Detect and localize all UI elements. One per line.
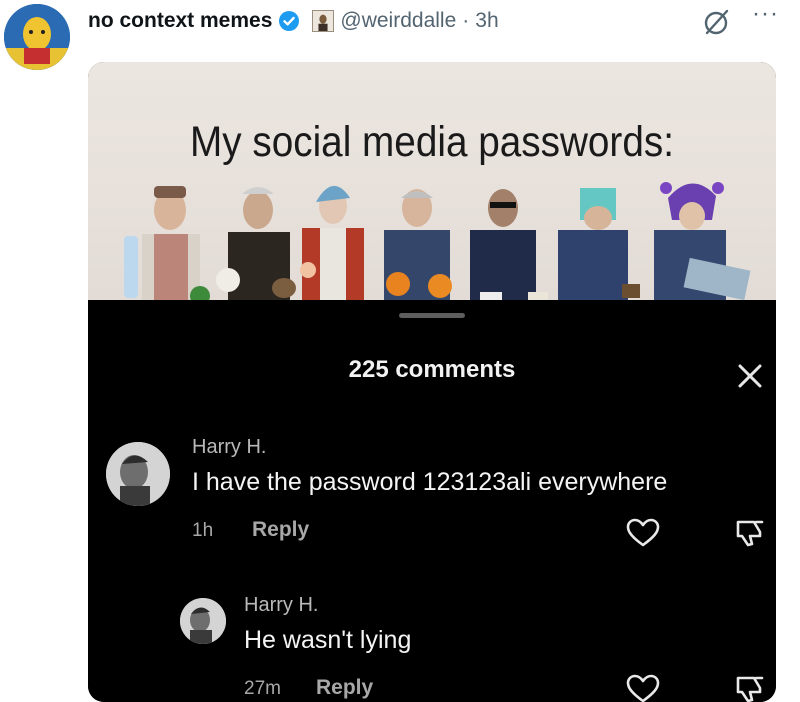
commenter-name[interactable]: Harry H. (244, 594, 318, 617)
heart-icon[interactable] (626, 674, 660, 702)
handle-avatar-icon (312, 10, 335, 32)
figure-7 (654, 182, 751, 304)
figure-6 (558, 188, 640, 304)
dislike-icon[interactable] (734, 672, 766, 702)
figure-4 (384, 189, 452, 304)
comment-item: Harry H. He wasn't lying 27m Reply (88, 300, 776, 702)
commenter-avatar[interactable] (180, 598, 226, 644)
meme-title: My social media passwords: (190, 118, 674, 166)
comment-time: 27m (244, 678, 281, 699)
figure-3 (300, 185, 364, 304)
comment-text: He wasn't lying (244, 626, 412, 654)
display-name[interactable]: no context memes (88, 9, 272, 33)
wrestler-avatar-image (4, 4, 70, 70)
handle[interactable]: @weirddalle (340, 9, 456, 33)
reply-button[interactable]: Reply (316, 676, 373, 700)
timestamp[interactable]: 3h (475, 9, 498, 33)
figure-1 (142, 186, 210, 304)
figure-5 (470, 189, 548, 304)
author-avatar[interactable] (4, 4, 70, 70)
meme-panel: My social media passwords: (88, 62, 776, 304)
media-image[interactable]: My social media passwords: 225 comments … (88, 62, 776, 702)
more-icon[interactable]: ··· (752, 2, 779, 26)
meme-figures-illustration (124, 182, 751, 304)
comments-sheet: 225 comments Harry H. I have the passwor… (88, 300, 776, 702)
grok-icon[interactable] (700, 6, 732, 38)
water-bottle (124, 236, 138, 298)
commenter-photo (180, 598, 226, 644)
verified-badge-icon (279, 11, 300, 31)
figure-2 (216, 187, 296, 304)
separator: · (462, 9, 470, 32)
tweet-header: no context memes @weirddalle · 3h (88, 6, 499, 36)
